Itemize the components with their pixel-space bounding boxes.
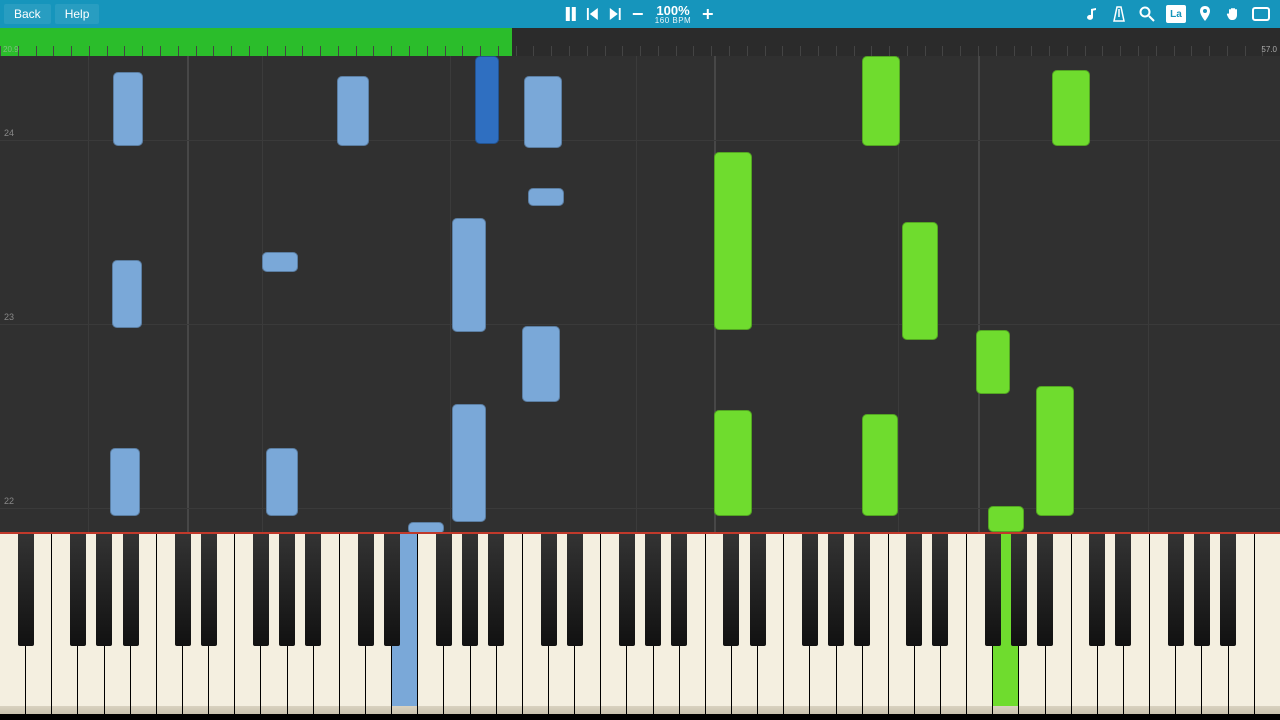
hit-line <box>0 532 1280 534</box>
black-key[interactable] <box>985 534 1001 646</box>
note-roll: 24 23 22 <box>0 56 1280 532</box>
metronome-icon[interactable] <box>1110 5 1128 23</box>
measure-label: 24 <box>4 128 14 138</box>
falling-note <box>522 326 560 402</box>
falling-note <box>714 410 752 516</box>
black-key[interactable] <box>828 534 844 646</box>
measure-label: 23 <box>4 312 14 322</box>
black-key[interactable] <box>1011 534 1027 646</box>
black-key[interactable] <box>1194 534 1210 646</box>
falling-note <box>112 260 142 328</box>
black-key[interactable] <box>750 534 766 646</box>
black-key[interactable] <box>358 534 374 646</box>
black-key[interactable] <box>932 534 948 646</box>
pause-icon[interactable] <box>565 7 577 21</box>
playback-controls: 100% 160 BPM <box>565 4 715 25</box>
falling-note <box>714 152 752 330</box>
black-key[interactable] <box>619 534 635 646</box>
measure-label: 22 <box>4 496 14 506</box>
black-key[interactable] <box>906 534 922 646</box>
prev-icon[interactable] <box>587 8 599 20</box>
black-key[interactable] <box>201 534 217 646</box>
falling-note <box>862 56 900 146</box>
black-key[interactable] <box>1168 534 1184 646</box>
timeline-ticks <box>0 46 1280 56</box>
timeline-strip[interactable]: 20.9 57.0 <box>0 28 1280 56</box>
falling-note <box>262 252 298 272</box>
black-keys <box>0 534 1280 646</box>
black-key[interactable] <box>70 534 86 646</box>
back-button[interactable]: Back <box>4 4 51 24</box>
black-key[interactable] <box>384 534 400 646</box>
timeline-end-label: 57.0 <box>1261 45 1277 54</box>
black-key[interactable] <box>1089 534 1105 646</box>
timeline-start-label: 20.9 <box>3 45 19 54</box>
falling-note <box>1052 70 1090 146</box>
next-icon[interactable] <box>609 8 621 20</box>
speed-bpm: 160 BPM <box>655 17 691 25</box>
falling-note <box>337 76 369 146</box>
black-key[interactable] <box>1220 534 1236 646</box>
black-key[interactable] <box>645 534 661 646</box>
note-icon[interactable] <box>1082 5 1100 23</box>
speed-up-icon[interactable] <box>701 7 715 21</box>
falling-note <box>902 222 938 340</box>
top-toolbar: Back Help 100% 160 BPM La <box>0 0 1280 28</box>
falling-note <box>1036 386 1074 516</box>
falling-note <box>524 76 562 148</box>
falling-note <box>988 506 1024 532</box>
black-key[interactable] <box>279 534 295 646</box>
label-mode-badge[interactable]: La <box>1166 5 1186 23</box>
falling-note <box>113 72 143 146</box>
black-key[interactable] <box>18 534 34 646</box>
fullscreen-icon[interactable] <box>1252 5 1270 23</box>
black-key[interactable] <box>1115 534 1131 646</box>
black-key[interactable] <box>802 534 818 646</box>
black-key[interactable] <box>253 534 269 646</box>
falling-note <box>266 448 298 516</box>
falling-note <box>110 448 140 516</box>
black-key[interactable] <box>854 534 870 646</box>
falling-note <box>452 218 486 332</box>
pin-icon[interactable] <box>1196 5 1214 23</box>
search-icon[interactable] <box>1138 5 1156 23</box>
falling-note <box>452 404 486 522</box>
black-key[interactable] <box>1037 534 1053 646</box>
black-key[interactable] <box>305 534 321 646</box>
black-key[interactable] <box>723 534 739 646</box>
falling-note <box>408 522 444 532</box>
speed-down-icon[interactable] <box>631 7 645 21</box>
piano-keyboard[interactable] <box>0 532 1280 720</box>
falling-note <box>528 188 564 206</box>
black-key[interactable] <box>123 534 139 646</box>
speed-display: 100% 160 BPM <box>655 4 691 25</box>
hand-icon[interactable] <box>1224 5 1242 23</box>
help-button[interactable]: Help <box>55 4 100 24</box>
black-key[interactable] <box>462 534 478 646</box>
black-key[interactable] <box>96 534 112 646</box>
falling-note <box>862 414 898 516</box>
black-key[interactable] <box>671 534 687 646</box>
right-tool-icons: La <box>1082 5 1280 23</box>
falling-note <box>475 56 499 144</box>
black-key[interactable] <box>175 534 191 646</box>
black-key[interactable] <box>541 534 557 646</box>
black-key[interactable] <box>488 534 504 646</box>
black-key[interactable] <box>567 534 583 646</box>
falling-note <box>976 330 1010 394</box>
black-key[interactable] <box>436 534 452 646</box>
